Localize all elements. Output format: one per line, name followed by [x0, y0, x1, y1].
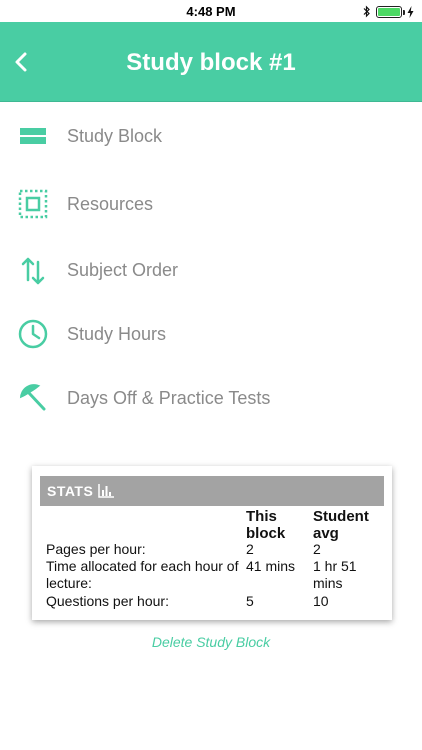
menu-item-label: Study Hours: [67, 324, 167, 344]
value-student-avg-time: 1 hr 51 mins: [313, 558, 357, 591]
status-indicators: [363, 5, 414, 18]
menu-item-study-block[interactable]: Study Block: [0, 108, 422, 164]
navigation-bar: Study block #1: [0, 22, 422, 102]
delete-study-block-button[interactable]: Delete Study Block: [0, 634, 422, 650]
clock-icon: [18, 319, 48, 349]
menu-item-resources[interactable]: Resources: [0, 176, 422, 232]
menu-item-label: Days Off & Practice Tests: [67, 388, 271, 408]
menu-item-days-off[interactable]: Days Off & Practice Tests: [0, 370, 422, 426]
study-block-icon: [20, 128, 46, 144]
menu-item-label: Study Block: [67, 126, 163, 146]
status-time: 4:48 PM: [186, 4, 236, 19]
page-title: Study block #1: [126, 49, 296, 76]
status-bar: 4:48 PM: [0, 0, 422, 22]
value-student-avg-pages: 2: [313, 541, 321, 557]
umbrella-icon: [19, 384, 46, 411]
value-this-block-pages: 2: [246, 541, 254, 557]
row-label-pages: Pages per hour:: [46, 541, 146, 557]
sort-arrows-icon: [21, 257, 45, 285]
stats-card: STATS This block Student avg Pages per h…: [32, 466, 392, 620]
stats-title: STATS: [47, 483, 94, 499]
row-label-questions: Questions per hour:: [46, 593, 169, 609]
menu-item-label: Subject Order: [67, 260, 179, 280]
resources-icon: [18, 189, 48, 219]
bluetooth-icon: [363, 5, 370, 18]
menu-item-study-hours[interactable]: Study Hours: [0, 306, 422, 362]
battery-icon: [376, 5, 405, 18]
value-this-block-questions: 5: [246, 593, 254, 609]
column-header-student-avg: Student avg: [313, 508, 369, 542]
stats-header: STATS: [40, 476, 384, 506]
menu-item-label: Resources: [67, 194, 154, 214]
bar-chart-icon: [98, 484, 114, 498]
column-header-this-block: This block: [246, 508, 286, 542]
value-this-block-time: 41 mins: [246, 558, 296, 574]
value-student-avg-questions: 10: [313, 593, 329, 609]
charging-bolt-icon: [407, 5, 414, 18]
row-label-time-allocated: Time allocated for each hour of lecture:: [46, 558, 239, 591]
menu-item-subject-order[interactable]: Subject Order: [0, 242, 422, 298]
